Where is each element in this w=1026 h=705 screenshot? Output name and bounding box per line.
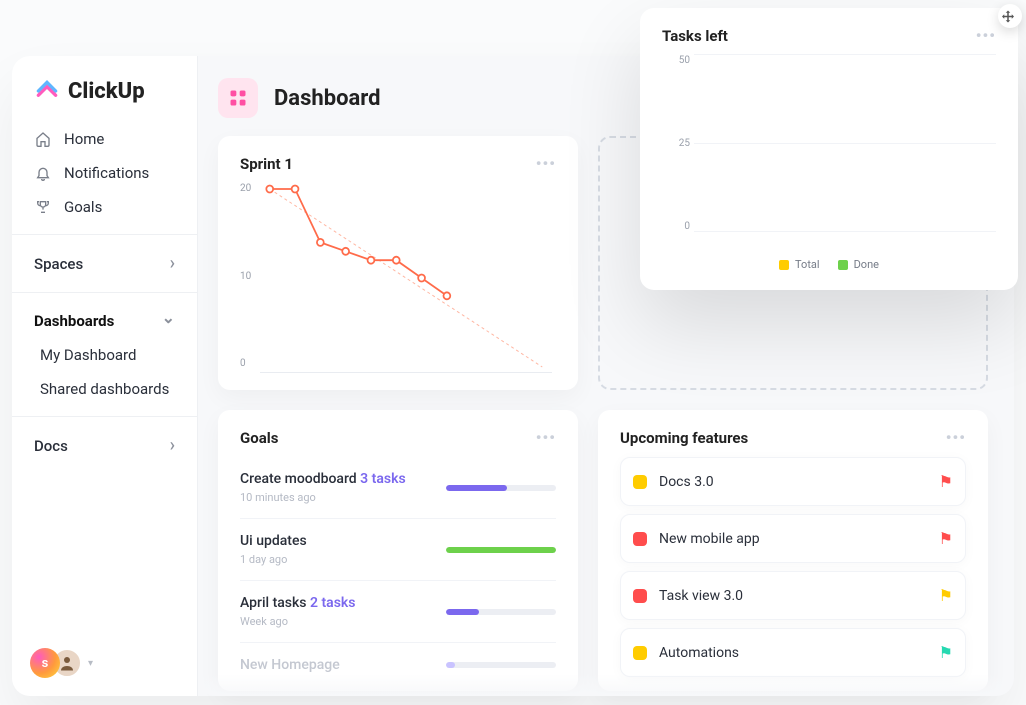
- sidebar-item-label: Shared dashboards: [40, 380, 169, 398]
- sidebar-item-label: Home: [64, 130, 104, 148]
- goal-progress: [446, 609, 556, 615]
- flag-icon[interactable]: ⚑: [939, 529, 953, 548]
- feature-row[interactable]: Docs 3.0 ⚑: [620, 457, 966, 506]
- dashboard-icon: [218, 78, 258, 118]
- goal-timestamp: 1 day ago: [240, 553, 307, 566]
- chevron-down-icon: [162, 311, 175, 330]
- sidebar-section-label: Spaces: [34, 255, 83, 273]
- goal-progress: [446, 547, 556, 553]
- bell-icon: [34, 164, 52, 182]
- sidebar-section-label: Docs: [34, 437, 68, 455]
- goal-row[interactable]: New Homepage: [240, 643, 556, 687]
- chevron-right-icon: [170, 435, 175, 456]
- chart-legend: Total Done: [662, 258, 996, 271]
- sidebar-item-my-dashboard[interactable]: My Dashboard: [22, 338, 187, 372]
- feature-title: New mobile app: [659, 531, 760, 547]
- widget-menu-button[interactable]: •••: [536, 428, 556, 447]
- sprint-burndown-chart: 20100: [240, 183, 556, 373]
- sidebar: ClickUp Home Notifications Goals: [12, 56, 198, 696]
- flag-icon[interactable]: ⚑: [939, 643, 953, 662]
- sidebar-item-label: My Dashboard: [40, 346, 136, 364]
- flag-icon[interactable]: ⚑: [939, 472, 953, 491]
- caret-down-icon: ▾: [88, 658, 93, 669]
- widget-menu-button[interactable]: •••: [976, 26, 996, 45]
- clickup-logo-icon: [34, 78, 60, 104]
- home-icon: [34, 130, 52, 148]
- tasks-left-bar-chart: 50250: [662, 55, 996, 250]
- feature-title: Docs 3.0: [659, 474, 714, 490]
- goal-title: April tasks: [240, 595, 310, 611]
- goal-timestamp: Week ago: [240, 615, 356, 628]
- brand[interactable]: ClickUp: [12, 56, 197, 122]
- priority-square-icon: [633, 589, 647, 603]
- goal-title: Ui updates: [240, 533, 307, 549]
- priority-square-icon: [633, 475, 647, 489]
- sidebar-item-shared-dashboards[interactable]: Shared dashboards: [22, 372, 187, 406]
- widget-upcoming-features: Upcoming features ••• Docs 3.0⚑New mobil…: [598, 410, 988, 691]
- goal-row[interactable]: Create moodboard 3 tasks 10 minutes ago: [240, 457, 556, 519]
- sidebar-item-home[interactable]: Home: [22, 122, 187, 156]
- feature-title: Automations: [659, 645, 739, 661]
- goal-title: New Homepage: [240, 657, 340, 673]
- feature-row[interactable]: Automations ⚑: [620, 628, 966, 677]
- feature-row[interactable]: New mobile app ⚑: [620, 514, 966, 563]
- widget-tasks-left[interactable]: Tasks left ••• 50250 Total Done: [640, 8, 1018, 290]
- goal-task-count: 2 tasks: [310, 595, 356, 611]
- goal-title: Create moodboard: [240, 471, 360, 487]
- widget-menu-button[interactable]: •••: [536, 154, 556, 173]
- page-title: Dashboard: [274, 86, 381, 111]
- goal-task-count: 3 tasks: [360, 471, 406, 487]
- widget-menu-button[interactable]: •••: [946, 428, 966, 447]
- sidebar-item-label: Notifications: [64, 164, 149, 182]
- trophy-icon: [34, 198, 52, 216]
- goal-row[interactable]: Ui updates 1 day ago: [240, 519, 556, 581]
- priority-square-icon: [633, 646, 647, 660]
- feature-title: Task view 3.0: [659, 588, 743, 604]
- sidebar-item-notifications[interactable]: Notifications: [22, 156, 187, 190]
- workspace-switcher[interactable]: s ▾: [30, 648, 93, 678]
- sidebar-item-goals[interactable]: Goals: [22, 190, 187, 224]
- goal-timestamp: 10 minutes ago: [240, 491, 406, 504]
- priority-square-icon: [633, 532, 647, 546]
- sidebar-section-label: Dashboards: [34, 312, 114, 330]
- goal-progress: [446, 662, 556, 668]
- chevron-right-icon: [170, 253, 175, 274]
- feature-row[interactable]: Task view 3.0 ⚑: [620, 571, 966, 620]
- goal-row[interactable]: April tasks 2 tasks Week ago: [240, 581, 556, 643]
- sidebar-section-spaces[interactable]: Spaces: [22, 245, 187, 282]
- widget-sprint: Sprint 1 ••• 20100: [218, 136, 578, 390]
- widget-title: Tasks left: [662, 27, 728, 45]
- widget-title: Goals: [240, 429, 278, 447]
- sidebar-item-label: Goals: [64, 198, 102, 216]
- sidebar-section-dashboards[interactable]: Dashboards: [22, 303, 187, 338]
- widget-goals: Goals ••• Create moodboard 3 tasks 10 min…: [218, 410, 578, 691]
- flag-icon[interactable]: ⚑: [939, 586, 953, 605]
- workspace-avatar: s: [30, 648, 60, 678]
- brand-name: ClickUp: [68, 79, 145, 104]
- widget-title: Sprint 1: [240, 155, 293, 173]
- widget-title: Upcoming features: [620, 429, 748, 447]
- sidebar-section-docs[interactable]: Docs: [22, 427, 187, 464]
- goal-progress: [446, 485, 556, 491]
- move-handle-icon[interactable]: [999, 9, 1017, 27]
